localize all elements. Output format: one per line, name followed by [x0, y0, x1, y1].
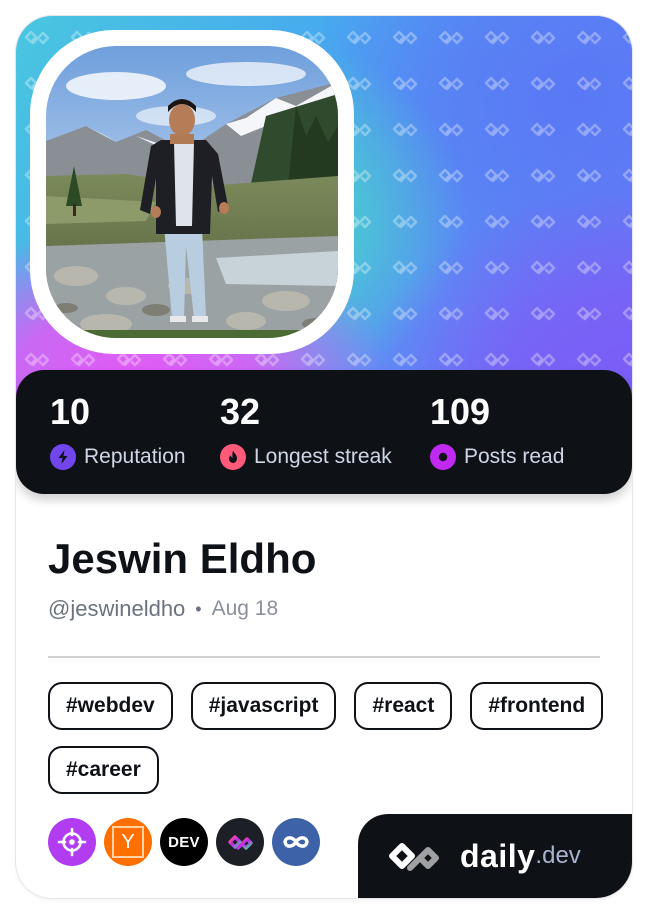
avatar: [46, 46, 338, 338]
tag-javascript[interactable]: #javascript: [190, 682, 337, 730]
streak-flame-icon: [220, 444, 246, 470]
infinity-source-icon[interactable]: [272, 818, 320, 866]
profile-name: Jeswin Eldho: [48, 535, 317, 582]
source-list: Y DEV: [48, 818, 320, 866]
tag-career[interactable]: #career: [48, 746, 159, 794]
posts-read-eye-icon: [430, 444, 456, 470]
brand-name: daily: [460, 837, 536, 874]
tag-frontend[interactable]: #frontend: [470, 682, 604, 730]
stats-bar: 10 Reputation 32 Longest streak 109 Post…: [16, 370, 632, 494]
tag-react[interactable]: #react: [354, 682, 453, 730]
reputation-bolt-icon: [50, 444, 76, 470]
posts-read-value: 109: [430, 391, 491, 432]
stat-posts-read: 109 Posts read: [430, 392, 564, 470]
daily-dev-logo-icon: [389, 843, 439, 871]
longest-streak-value: 32: [220, 391, 261, 432]
brand-tld: .dev: [535, 842, 581, 869]
posts-read-label: Posts read: [464, 445, 565, 468]
crosshair-source-icon[interactable]: [48, 818, 96, 866]
longest-streak-label: Longest streak: [254, 445, 392, 468]
profile-date: Aug 18: [211, 597, 279, 620]
stat-reputation: 10 Reputation: [50, 392, 186, 470]
profile-meta: @jeswineldho • Aug 18: [48, 596, 278, 622]
dev-to-glyph: DEV: [168, 833, 200, 851]
hacker-news-source-icon[interactable]: Y: [104, 818, 152, 866]
hacker-news-glyph: Y: [112, 826, 144, 858]
tag-webdev[interactable]: #webdev: [48, 682, 173, 730]
devcard: 10 Reputation 32 Longest streak 109 Post…: [16, 16, 632, 898]
cover-background: [16, 16, 632, 396]
dev-to-source-icon[interactable]: DEV: [160, 818, 208, 866]
tag-list: #webdev #javascript #react #frontend #ca…: [48, 682, 608, 794]
meta-separator: •: [195, 598, 202, 619]
profile-handle[interactable]: @jeswineldho: [48, 596, 185, 622]
reputation-value: 10: [50, 391, 91, 432]
avatar-frame: [30, 30, 354, 354]
daily-dev-brand: daily .dev: [358, 814, 632, 898]
divider: [48, 656, 600, 658]
daily-dev-community-source-icon[interactable]: [216, 818, 264, 866]
stat-longest-streak: 32 Longest streak: [220, 392, 392, 470]
reputation-label: Reputation: [84, 445, 186, 468]
